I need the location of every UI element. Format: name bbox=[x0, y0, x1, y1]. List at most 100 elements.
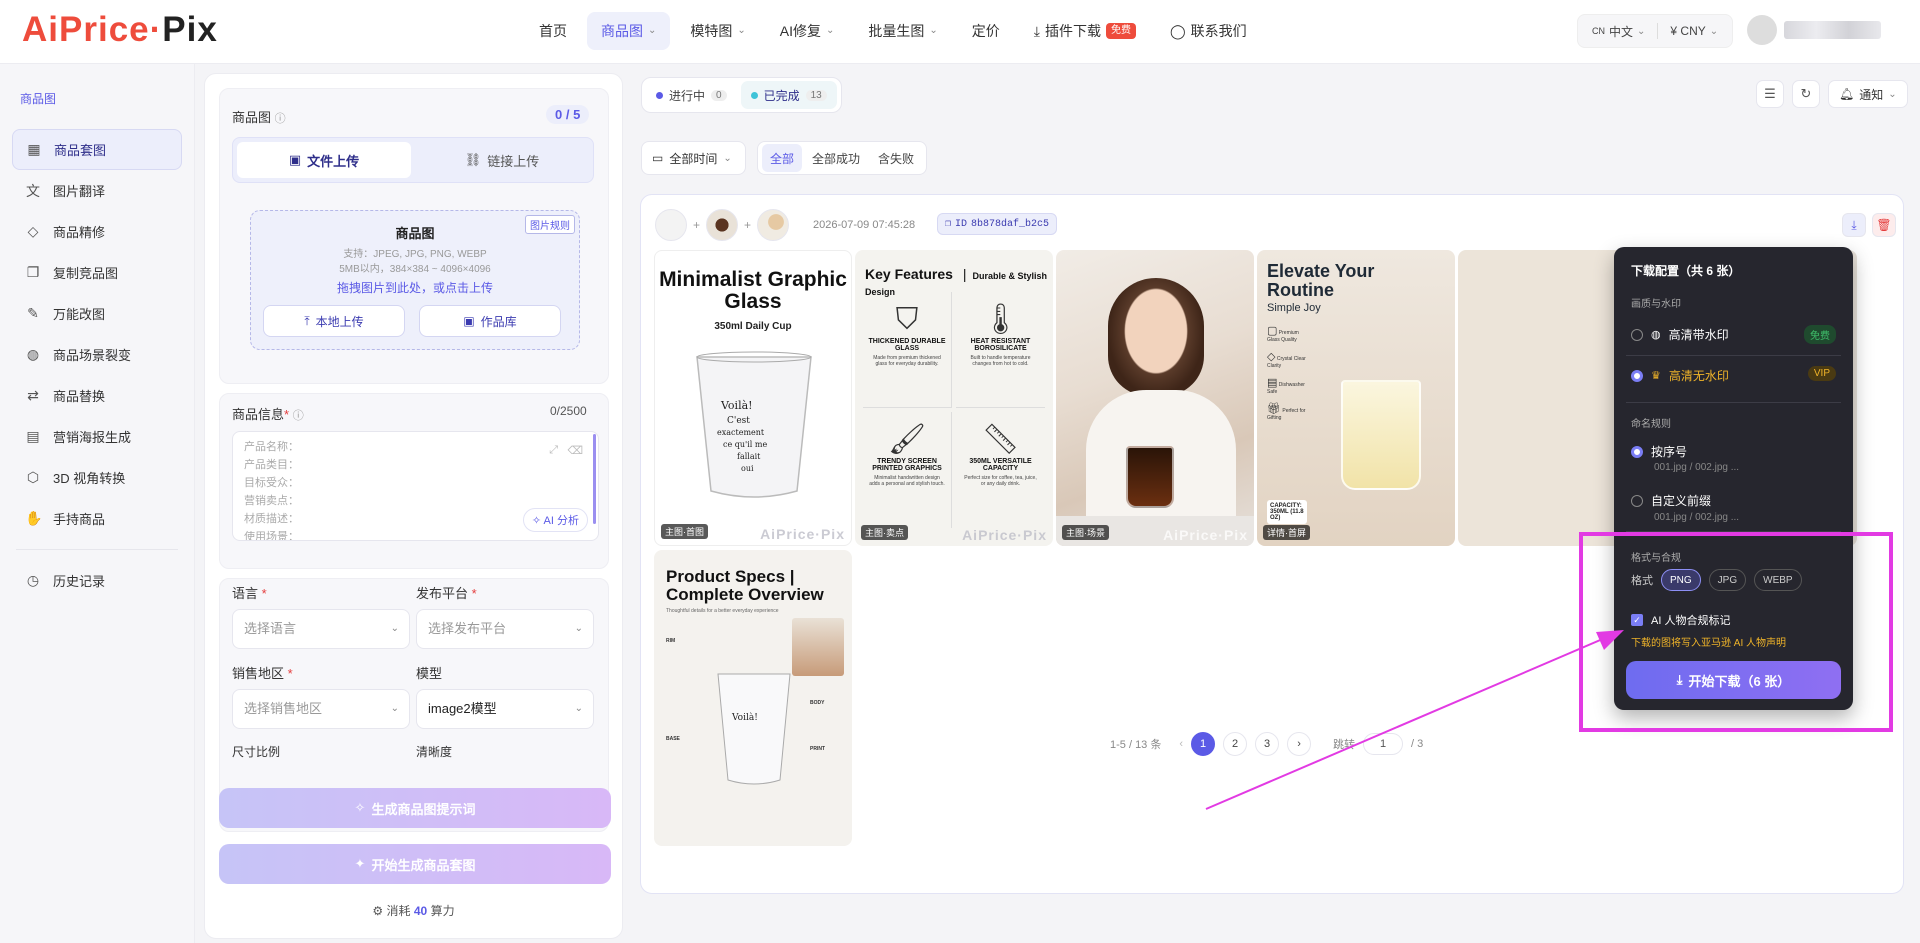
compute-cost: ⚙ 消耗 40 算力 bbox=[372, 904, 455, 918]
sidebar-item-handheld[interactable]: ✋ 手持商品 bbox=[12, 498, 182, 539]
generated-image-specs[interactable]: Product Specs | Complete Overview Though… bbox=[654, 550, 852, 846]
sidebar-item-replace[interactable]: ⇄ 商品替换 bbox=[12, 375, 182, 416]
ai-analyze-button[interactable]: ✧ AI 分析 bbox=[522, 508, 588, 532]
nav-home[interactable]: 首页 bbox=[525, 12, 581, 50]
generated-image-detail-hero[interactable]: Elevate Your Routine Simple Joy ▢ Premiu… bbox=[1257, 250, 1455, 546]
tab-file-upload[interactable]: ▣ 文件上传 bbox=[237, 142, 411, 178]
list-view-button[interactable]: ☰ bbox=[1756, 80, 1784, 108]
next-page-button[interactable]: › bbox=[1287, 732, 1312, 756]
generated-image-features[interactable]: Key Features | Durable & Stylish Design ⛉… bbox=[855, 250, 1053, 546]
divider bbox=[16, 549, 178, 550]
help-icon[interactable]: ⓘ bbox=[293, 410, 304, 422]
page-button[interactable]: 1 bbox=[1191, 732, 1216, 756]
time-filter[interactable]: ▭ 全部时间 ⌄ bbox=[641, 141, 746, 175]
status-tabs: 进行中 0 已完成 13 bbox=[641, 77, 842, 113]
sidebar-item-copy-competitor[interactable]: ❐ 复制竞品图 bbox=[12, 252, 182, 293]
input-thumbnail[interactable] bbox=[757, 209, 790, 241]
notification-button[interactable]: 🔔︎ 通知 ⌄ bbox=[1828, 80, 1908, 108]
radio[interactable] bbox=[1631, 494, 1643, 507]
ratio-label: 尺寸比例 bbox=[232, 745, 281, 759]
filter-has-failure[interactable]: 含失败 bbox=[870, 144, 922, 172]
start-generate-button[interactable]: ✦ 开始生成商品套图 bbox=[219, 844, 611, 884]
watermark: AiPrice·Pix bbox=[760, 526, 845, 542]
radio-selected[interactable] bbox=[1631, 445, 1643, 458]
platform-select[interactable]: 选择发布平台 ⌄ bbox=[416, 609, 594, 649]
option-sequence[interactable]: 按序号 bbox=[1631, 443, 1687, 460]
jump-label: 跳转 bbox=[1333, 739, 1356, 751]
logo[interactable]: AiPrice·Pix bbox=[22, 10, 218, 50]
language-select[interactable]: 选择语言 ⌄ bbox=[232, 609, 410, 649]
sidebar-item-refine[interactable]: ◇ 商品精修 bbox=[12, 211, 182, 252]
local-upload-button[interactable]: ⤒ 本地上传 bbox=[263, 305, 405, 337]
prev-page-icon[interactable]: ‹ bbox=[1179, 738, 1183, 750]
nav-pricing[interactable]: 定价 bbox=[958, 12, 1014, 50]
tab-link-upload[interactable]: ⛓ 链接上传 bbox=[415, 142, 589, 178]
dropzone-hint[interactable]: 拖拽图片到此处，或点击上传 bbox=[251, 279, 579, 296]
sidebar-title: 商品图 bbox=[20, 92, 57, 106]
status-dot bbox=[750, 91, 758, 99]
gallery-button[interactable]: ▣ 作品库 bbox=[419, 305, 561, 337]
nav-ai-repair[interactable]: AI修复 ⌄ bbox=[766, 12, 849, 50]
chevron-down-icon: ⌄ bbox=[574, 703, 583, 714]
glass-print-text: C'est bbox=[727, 416, 750, 426]
clear-icon[interactable]: ⌫ bbox=[567, 444, 583, 457]
sidebar-item-universal-edit[interactable]: ✎ 万能改图 bbox=[12, 293, 182, 334]
radio[interactable] bbox=[1631, 328, 1643, 341]
model-select[interactable]: image2模型 ⌄ bbox=[416, 689, 594, 729]
sidebar-item-poster[interactable]: ▤ 营销海报生成 bbox=[12, 416, 182, 457]
option-no-watermark[interactable]: ♛ 高清无水印 bbox=[1631, 367, 1729, 384]
nav-product-image[interactable]: 商品图 ⌄ bbox=[587, 12, 671, 50]
sidebar-item-scene-fission[interactable]: ◍ 商品场景裂变 bbox=[12, 334, 182, 375]
plus-icon: + bbox=[744, 218, 752, 232]
generate-prompt-button[interactable]: ✧ 生成商品图提示词 bbox=[219, 788, 611, 828]
nav-model-image[interactable]: 模特图 ⌄ bbox=[676, 12, 759, 50]
tab-in-progress[interactable]: 进行中 0 bbox=[646, 81, 737, 109]
feature-desc: Minimalist handwritten design adds a per… bbox=[869, 475, 945, 487]
option-example: 001.jpg / 002.jpg ... bbox=[1654, 462, 1740, 473]
product-info-textarea[interactable]: 产品名称： 产品类目： 目标受众： 营销卖点： 材质描述： 使用场景： ⤢ ⌫ … bbox=[232, 431, 599, 541]
nav-contact[interactable]: ◯ 联系我们 bbox=[1156, 12, 1261, 50]
page-button[interactable]: 3 bbox=[1255, 732, 1280, 756]
username-blurred[interactable] bbox=[1784, 21, 1881, 39]
generated-image-main[interactable]: Minimalist Graphic Glass 350ml Daily Cup… bbox=[654, 250, 852, 546]
page-button[interactable]: 2 bbox=[1223, 732, 1248, 756]
sparkle-icon: ✦ bbox=[354, 856, 366, 871]
region-select[interactable]: 选择销售地区 ⌄ bbox=[232, 689, 410, 729]
input-thumbnail[interactable] bbox=[655, 209, 687, 241]
generated-image-scene[interactable]: 主图·场景 AiPrice·Pix bbox=[1056, 250, 1254, 546]
gift-icon: 🎁︎ bbox=[1267, 403, 1281, 415]
avatar[interactable] bbox=[1747, 15, 1777, 45]
nav-plugin-download[interactable]: ⤓ 插件下载 免费 bbox=[1020, 12, 1150, 50]
sidebar: 商品图 ▦ 商品套图 文图片翻译 ◇ 商品精修 ❐ 复制竞品图 ✎ 万能改图 ◍ 商品场景… bbox=[0, 64, 195, 943]
sidebar-item-product-set[interactable]: ▦ 商品套图 bbox=[12, 129, 182, 170]
task-id[interactable]: ❐ ID 8b878daf_b2c5 bbox=[937, 213, 1058, 235]
upload-dropzone[interactable]: 图片规则 商品图 支持：JPEG, JPG, PNG, WEBP 5MB以内，3… bbox=[250, 210, 580, 350]
sidebar-item-history[interactable]: ◷ 历史记录 bbox=[12, 560, 182, 601]
option-watermark[interactable]: ◍ 高清带水印 bbox=[1631, 326, 1729, 343]
scrollbar[interactable] bbox=[593, 434, 596, 524]
language-select[interactable]: CN 中文 ⌄ bbox=[1584, 23, 1653, 40]
filter-all-success[interactable]: 全部成功 bbox=[804, 144, 868, 172]
jump-page-input[interactable]: 1 bbox=[1363, 733, 1404, 755]
delete-button[interactable]: 🗑︎ bbox=[1872, 213, 1896, 237]
dropzone-formats: 支持：JPEG, JPG, PNG, WEBP bbox=[343, 249, 487, 260]
plus-icon: + bbox=[693, 218, 701, 232]
radio-selected[interactable] bbox=[1631, 369, 1643, 382]
sidebar-item-3d-view[interactable]: ⬡ 3D 视角转换 bbox=[12, 457, 182, 498]
refresh-button[interactable]: ↻ bbox=[1792, 80, 1820, 108]
magic-wand-icon: ✎ bbox=[27, 305, 39, 321]
chevron-down-icon: ⌄ bbox=[390, 623, 399, 634]
sidebar-item-translate[interactable]: 文图片翻译 bbox=[12, 170, 182, 211]
help-icon[interactable]: ⓘ bbox=[275, 113, 286, 125]
expand-icon[interactable]: ⤢ bbox=[549, 444, 558, 457]
filter-all[interactable]: 全部 bbox=[762, 144, 803, 172]
option-custom-prefix[interactable]: 自定义前缀 bbox=[1631, 492, 1711, 509]
tab-completed[interactable]: 已完成 13 bbox=[740, 81, 837, 109]
nav-batch[interactable]: 批量生图 ⌄ bbox=[854, 12, 951, 50]
section-label: 画质与水印 bbox=[1631, 299, 1681, 310]
image-subtitle: Simple Joy bbox=[1267, 302, 1321, 314]
currency-select[interactable]: ¥ CNY ⌄ bbox=[1662, 24, 1726, 38]
divider bbox=[1626, 402, 1841, 403]
input-thumbnail[interactable] bbox=[706, 209, 739, 241]
download-button[interactable]: ⤓ bbox=[1842, 213, 1866, 237]
